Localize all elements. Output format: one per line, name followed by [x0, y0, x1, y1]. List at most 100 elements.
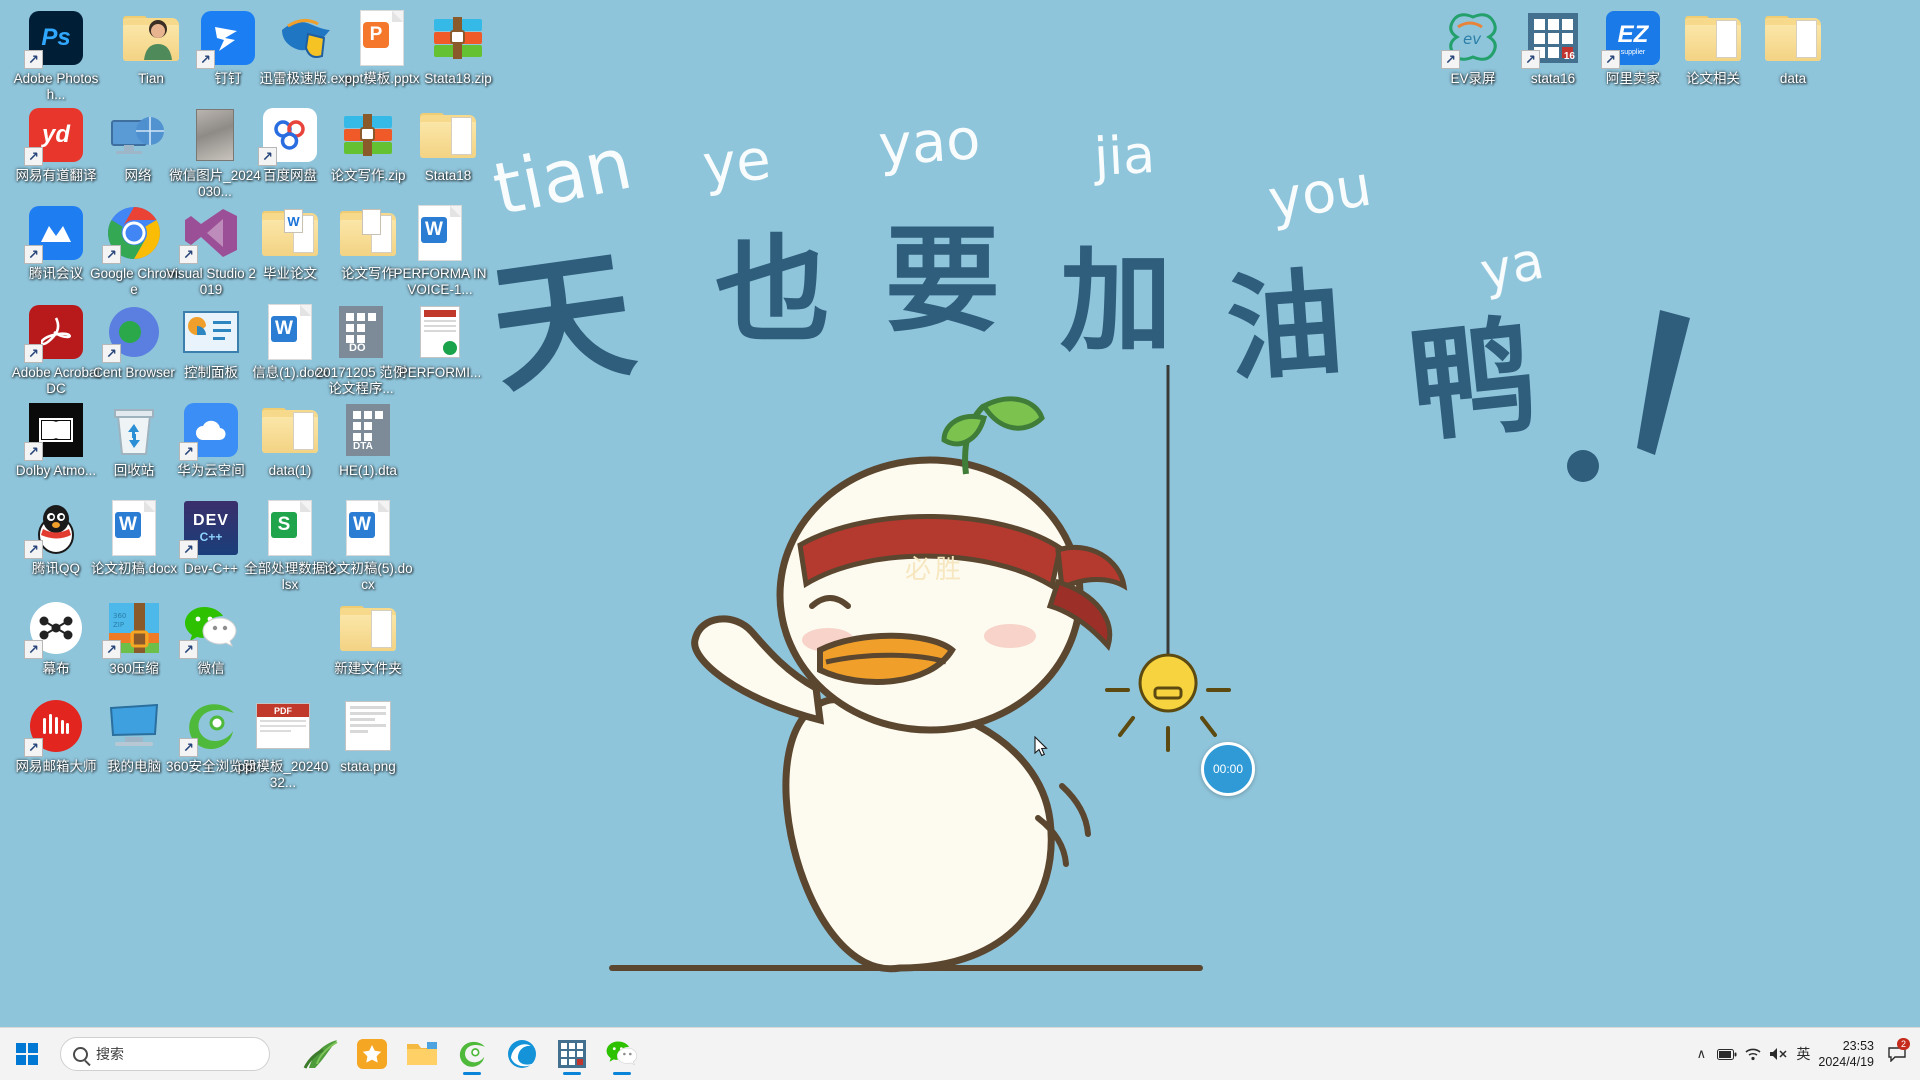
start-button[interactable] [0, 1028, 54, 1080]
taskbar-app-wechat[interactable] [602, 1032, 642, 1076]
desktop-icon-thesis-draft5-docx[interactable]: W 论文初稿(5).docx [320, 498, 416, 592]
shortcut-arrow-icon [24, 640, 43, 659]
taskbar-active-indicator [563, 1072, 581, 1075]
wps-powerpoint-icon: P [352, 8, 412, 68]
360zip-icon: 360 ZIP [102, 598, 164, 659]
wechat-icon [179, 598, 241, 659]
svg-text:ev: ev [1463, 30, 1482, 48]
volume-muted-icon[interactable] [1766, 1031, 1792, 1077]
desktop-icon-label: 百度网盘 [263, 168, 317, 183]
shortcut-arrow-icon [24, 50, 43, 69]
folder-docs-icon [338, 203, 398, 263]
desktop-icon-label: 毕业论文 [263, 266, 317, 281]
desktop-icon-label: stata.png [340, 759, 396, 774]
word-doc-icon: W [260, 302, 320, 362]
desktop-icon-ppt-template-pdf[interactable]: PDF ppt模板_2024032... [235, 696, 331, 790]
desktop-icon-performi-pdf[interactable]: PERFORMI... [392, 302, 488, 381]
taskbar-app-360browser[interactable] [452, 1032, 492, 1076]
desktop-icon-label: data [1779, 71, 1807, 86]
wps-excel-icon: S [260, 498, 320, 558]
word-doc-icon: W [410, 203, 470, 263]
wifi-icon[interactable] [1740, 1031, 1766, 1077]
ev-recorder-icon: ev [1441, 8, 1503, 69]
search-input[interactable]: 搜索 [60, 1037, 270, 1071]
search-icon [73, 1046, 88, 1062]
shortcut-arrow-icon [179, 640, 198, 659]
notification-center-button[interactable]: 2 [1882, 1031, 1912, 1077]
system-tray: ∧ 英 23:53 2024/4/19 2 [1688, 1031, 1920, 1077]
taskbar: 搜索 ∧ 英 23:53 2024/4/19 2 [0, 1028, 1920, 1080]
desktop-icon-grid: Ps Adobe Photosh... Tian 钉钉 迅雷极速版.exe P … [0, 0, 1920, 1080]
desktop-icon-he-dta[interactable]: DTA HE(1).dta [320, 400, 416, 479]
desktop-icon-new-folder[interactable]: 新建文件夹 [320, 598, 416, 677]
desktop-icon-label: 我的电脑 [107, 759, 161, 774]
folder-docs-icon: W [260, 203, 320, 263]
desktop-icon-stata18-folder[interactable]: Stata18 [400, 105, 496, 184]
taskbar-app-edge[interactable] [502, 1032, 542, 1076]
desktop-icon-label: 微信 [197, 661, 225, 676]
shortcut-arrow-icon [24, 540, 43, 559]
timer-value: 00:00 [1212, 762, 1244, 776]
thunder-bird-icon [276, 8, 336, 68]
taskbar-pinned-apps [302, 1032, 642, 1076]
desktop-icon-label: 论文相关 [1686, 71, 1740, 86]
ali-supplier-icon: EZ supplier [1601, 8, 1663, 69]
desktop-icon-label: EV录屏 [1450, 71, 1496, 86]
shortcut-arrow-icon [179, 245, 198, 264]
desktop-icon-label: 阿里卖家 [1606, 71, 1660, 86]
desktop-icon-label: 网易有道翻译 [15, 168, 97, 183]
desktop-icon-label: ppt模板_2024032... [237, 759, 329, 790]
clock[interactable]: 23:53 2024/4/19 [1814, 1038, 1882, 1070]
mouse-cursor [1034, 736, 1048, 757]
word-doc-icon: W [104, 498, 164, 558]
taskbar-app-star[interactable] [352, 1032, 392, 1076]
desktop-icon-data-folder[interactable]: data [1745, 8, 1841, 87]
dta-file-icon: DTA [338, 400, 398, 460]
desktop-icon-label: 腾讯QQ [31, 561, 80, 576]
network-icon [108, 105, 168, 165]
mubu-bamboo-icon [303, 1040, 338, 1069]
desktop-icon-label: PERFORMA INVOICE-1... [393, 266, 487, 297]
windows-logo-icon [16, 1043, 38, 1065]
desktop-icon-label: 回收站 [113, 463, 155, 478]
shortcut-arrow-icon [1601, 50, 1620, 69]
desktop-icon-photoshop[interactable]: Ps Adobe Photosh... [8, 8, 104, 102]
dolby-icon [24, 400, 86, 461]
shortcut-arrow-icon [24, 147, 43, 166]
taskbar-app-stata[interactable] [552, 1032, 592, 1076]
desktop-icon-label: 论文写作 [341, 266, 395, 281]
desktop-icon-stata-png[interactable]: stata.png [320, 696, 416, 775]
desktop-icon-stata18-zip[interactable]: Stata18.zip [410, 8, 506, 87]
screen-recorder-timer-widget[interactable]: 00:00 [1201, 742, 1255, 796]
desktop-icon-label: Stata18.zip [424, 71, 492, 86]
ie-browser-icon [459, 1041, 485, 1067]
ime-indicator[interactable]: 英 [1792, 1031, 1814, 1077]
stata16-icon: 16 [1521, 8, 1583, 69]
photo-thumbnail-icon [185, 105, 245, 165]
edge-browser-icon [508, 1040, 536, 1068]
this-pc-icon [104, 696, 164, 756]
search-text: 搜索 [96, 1046, 124, 1062]
folder-icon [338, 598, 398, 658]
winrar-icon [338, 105, 398, 165]
desktop-icon-label: HE(1).dta [339, 463, 397, 478]
360browser-icon [179, 696, 241, 757]
taskbar-app-file-explorer[interactable] [402, 1032, 442, 1076]
desktop-icon-label: 新建文件夹 [334, 661, 402, 676]
battery-icon[interactable] [1714, 1031, 1740, 1077]
notification-count-badge: 2 [1896, 1038, 1910, 1050]
shortcut-arrow-icon [1441, 50, 1460, 69]
recycle-bin-icon [104, 400, 164, 460]
desktop-icon-performa-invoice[interactable]: W PERFORMA INVOICE-1... [392, 203, 488, 297]
desktop-icon-label: Dolby Atmo... [15, 463, 97, 478]
taskbar-app-mubu[interactable] [302, 1032, 342, 1076]
pdf-preview-icon [410, 302, 470, 362]
desktop-icon-label: 论文初稿(5).docx [323, 561, 413, 592]
dingtalk-icon [196, 8, 258, 69]
tencent-meeting-icon [24, 203, 86, 264]
desktop-icon-label: Stata18 [424, 168, 472, 183]
svg-text:ZIP: ZIP [113, 621, 124, 629]
desktop-icon-label: Tian [138, 71, 164, 86]
desktop-icon-wechat[interactable]: 微信 [163, 598, 259, 677]
chevron-up-icon[interactable]: ∧ [1688, 1031, 1714, 1077]
